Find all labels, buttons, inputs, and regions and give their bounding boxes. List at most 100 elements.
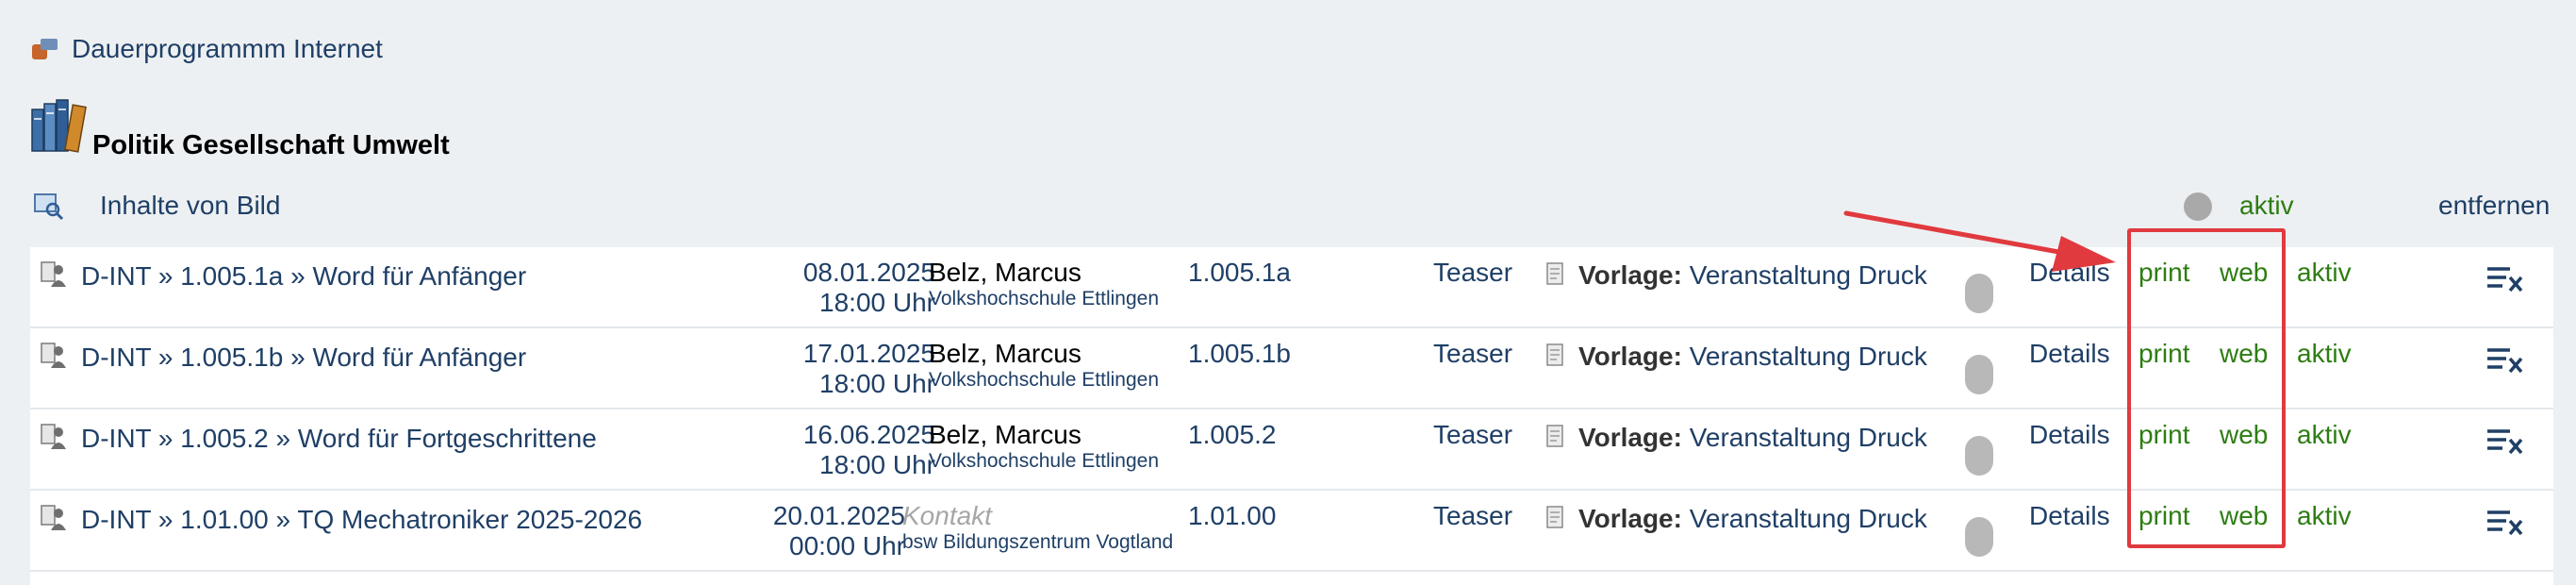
- course-time: 18:00 Uhr: [819, 369, 935, 398]
- template-link[interactable]: Vorlage: Veranstaltung Druck: [1578, 504, 1927, 534]
- course-prefix: D-INT: [81, 424, 152, 453]
- instructor-name: Belz, Marcus: [929, 339, 1082, 368]
- template-link[interactable]: Vorlage: Veranstaltung Druck: [1578, 260, 1927, 291]
- course-code: 1.005.2: [180, 424, 269, 453]
- status-toggle[interactable]: [1965, 436, 1993, 476]
- teaser-link[interactable]: Teaser: [1433, 339, 1512, 369]
- details-link[interactable]: Details: [2029, 339, 2110, 369]
- course-title-link[interactable]: Word für Anfänger: [312, 343, 526, 372]
- column-entfernen-label: entfernen: [2438, 191, 2551, 220]
- course-title-link[interactable]: Word für Anfänger: [312, 261, 526, 291]
- organisation: Volkshochschule Ettlingen: [929, 450, 1159, 472]
- aktiv-toggle[interactable]: aktiv: [2297, 339, 2352, 369]
- person-doc-icon: [41, 261, 66, 287]
- table-row: D-INT » 1.01.00 » TQ Mechatroniker 2025-…: [30, 491, 2553, 572]
- print-toggle[interactable]: print: [2138, 420, 2189, 450]
- organisation: Volkshochschule Ettlingen: [929, 288, 1159, 309]
- section-title: Politik Gesellschaft Umwelt: [92, 130, 450, 160]
- details-link[interactable]: Details: [2029, 258, 2110, 288]
- course-code: 1.01.00: [180, 505, 269, 534]
- course-number-link[interactable]: 1.005.1b: [1188, 339, 1291, 369]
- table-row: D-INT » 1.005.1b » Word für Anfänger 17.0…: [30, 328, 2553, 410]
- person-doc-icon: [41, 505, 66, 530]
- program-title[interactable]: Dauerprogrammm Internet: [72, 34, 383, 64]
- date-time: 20.01.2025 00:00 Uhr: [773, 501, 905, 561]
- date-time: 08.01.2025 18:00 Uhr: [803, 258, 935, 318]
- course-code: 1.005.1b: [180, 343, 284, 372]
- course-path: D-INT » 1.01.00 » TQ Mechatroniker 2025-…: [81, 505, 643, 534]
- contact-placeholder: Kontakt: [902, 501, 992, 530]
- table-row: D-INT » 1.005.2 » Word für Fortgeschritt…: [30, 410, 2553, 491]
- organisation: Volkshochschule Ettlingen: [929, 369, 1159, 391]
- course-number-link[interactable]: 1.005.1a: [1188, 258, 1291, 288]
- remove-list-icon[interactable]: [2485, 264, 2523, 292]
- date-time: 16.06.2025 18:00 Uhr: [803, 420, 935, 480]
- table-row: D-INT » 1.005.1a » Word für Anfänger 08.0…: [30, 247, 2553, 328]
- print-toggle[interactable]: print: [2138, 258, 2189, 288]
- course-number-link[interactable]: 1.005.2: [1188, 420, 1276, 450]
- course-prefix: D-INT: [81, 261, 152, 291]
- inhalte-von-bild-link[interactable]: Inhalte von Bild: [100, 191, 280, 221]
- aktiv-toggle[interactable]: aktiv: [2297, 501, 2352, 531]
- template-label: Vorlage:: [1578, 260, 1682, 290]
- teaser-link[interactable]: Teaser: [1433, 501, 1512, 531]
- instructor-name: Belz, Marcus: [929, 420, 1082, 449]
- template-label: Vorlage:: [1578, 342, 1682, 371]
- template-value: Veranstaltung Druck: [1689, 504, 1927, 533]
- template-doc-icon: [1546, 425, 1563, 447]
- remove-list-icon[interactable]: [2485, 345, 2523, 374]
- course-time: 18:00 Uhr: [819, 288, 935, 317]
- course-date: 16.06.2025: [802, 420, 935, 449]
- web-toggle[interactable]: web: [2220, 501, 2268, 531]
- course-title-link[interactable]: TQ Mechatroniker 2025-2026: [297, 505, 642, 534]
- status-toggle[interactable]: [1965, 355, 1993, 394]
- details-link[interactable]: Details: [2029, 420, 2110, 450]
- course-prefix: D-INT: [81, 505, 152, 534]
- template-value: Veranstaltung Druck: [1689, 260, 1927, 290]
- course-number-link[interactable]: 1.01.00: [1188, 501, 1276, 531]
- web-toggle[interactable]: web: [2220, 420, 2268, 450]
- web-toggle[interactable]: web: [2220, 258, 2268, 288]
- template-doc-icon: [1546, 506, 1563, 528]
- teaser-link[interactable]: Teaser: [1433, 258, 1512, 288]
- folder-books-icon: [32, 37, 58, 61]
- template-link[interactable]: Vorlage: Veranstaltung Druck: [1578, 342, 1927, 372]
- status-toggle[interactable]: [1965, 274, 1993, 313]
- books-icon: [31, 99, 87, 153]
- template-doc-icon: [1546, 343, 1563, 366]
- course-date: 20.01.2025: [772, 501, 905, 530]
- remove-list-icon[interactable]: [2485, 426, 2523, 455]
- status-dot: [2184, 192, 2212, 221]
- details-link[interactable]: Details: [2029, 501, 2110, 531]
- course-title-link[interactable]: Word für Fortgeschrittene: [298, 424, 597, 453]
- program-link[interactable]: Dauerprogrammm Internet: [32, 34, 383, 64]
- teaser-link[interactable]: Teaser: [1433, 420, 1512, 450]
- course-code: 1.005.1a: [180, 261, 284, 291]
- template-link[interactable]: Vorlage: Veranstaltung Druck: [1578, 423, 1927, 453]
- template-value: Veranstaltung Druck: [1689, 423, 1927, 452]
- course-time: 00:00 Uhr: [789, 531, 905, 560]
- aktiv-toggle[interactable]: aktiv: [2297, 258, 2352, 288]
- person-doc-icon: [41, 424, 66, 449]
- course-time: 18:00 Uhr: [819, 450, 935, 479]
- web-toggle[interactable]: web: [2220, 339, 2268, 369]
- template-label: Vorlage:: [1578, 504, 1682, 533]
- print-toggle[interactable]: print: [2138, 501, 2189, 531]
- course-path: D-INT » 1.005.2 » Word für Fortgeschritt…: [81, 424, 597, 453]
- course-prefix: D-INT: [81, 343, 152, 372]
- template-value: Veranstaltung Druck: [1689, 342, 1927, 371]
- template-label: Vorlage:: [1578, 423, 1682, 452]
- course-date: 17.01.2025: [802, 339, 935, 368]
- course-table: D-INT » 1.005.1a » Word für Anfänger 08.0…: [30, 247, 2553, 585]
- course-path: D-INT » 1.005.1a » Word für Anfänger: [81, 261, 527, 291]
- status-toggle[interactable]: [1965, 517, 1993, 557]
- date-time: 17.01.2025 18:00 Uhr: [803, 339, 935, 399]
- remove-list-icon[interactable]: [2485, 508, 2523, 536]
- picture-search-icon: [34, 193, 64, 221]
- template-doc-icon: [1546, 262, 1563, 285]
- course-path: D-INT » 1.005.1b » Word für Anfänger: [81, 343, 527, 372]
- print-toggle[interactable]: print: [2138, 339, 2189, 369]
- course-date: 08.01.2025: [802, 258, 935, 287]
- aktiv-toggle[interactable]: aktiv: [2297, 420, 2352, 450]
- organisation: bsw Bildungszentrum Vogtland: [902, 531, 1174, 553]
